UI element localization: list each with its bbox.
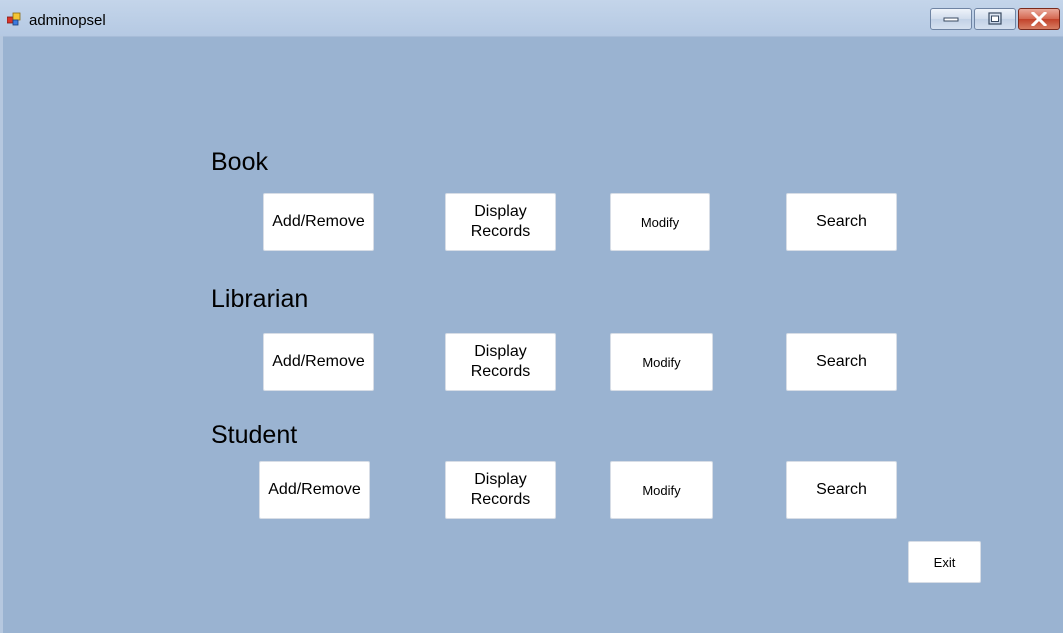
exit-button[interactable]: Exit (908, 541, 981, 583)
student-add-remove-button[interactable]: Add/Remove (259, 461, 370, 519)
close-icon (1030, 12, 1048, 26)
maximize-button[interactable] (974, 8, 1016, 30)
book-search-label: Search (816, 213, 867, 230)
student-search-button[interactable]: Search (786, 461, 897, 519)
app-icon (7, 12, 21, 26)
librarian-add-remove-button[interactable]: Add/Remove (263, 333, 374, 391)
window-controls (928, 8, 1060, 30)
student-add-remove-label: Add/Remove (268, 481, 361, 498)
window-edge (0, 36, 3, 633)
student-search-label: Search (816, 481, 867, 498)
minimize-button[interactable] (930, 8, 972, 30)
title-bar[interactable]: adminopsel (0, 0, 1063, 37)
librarian-search-button[interactable]: Search (786, 333, 897, 391)
app-window: adminopsel Book Add/Remove Display Recor… (0, 0, 1063, 633)
book-display-records-button[interactable]: Display Records (445, 193, 556, 251)
student-modify-label: Modify (642, 482, 681, 498)
librarian-display-records-label: Display Records (470, 343, 531, 380)
student-modify-button[interactable]: Modify (610, 461, 713, 519)
book-search-button[interactable]: Search (786, 193, 897, 251)
maximize-icon (988, 12, 1002, 25)
book-add-remove-button[interactable]: Add/Remove (263, 193, 374, 251)
section-title-student: Student (211, 421, 298, 449)
book-add-remove-label: Add/Remove (272, 213, 365, 230)
window-title: adminopsel (29, 12, 106, 29)
librarian-modify-label: Modify (642, 354, 681, 370)
section-title-librarian: Librarian (211, 285, 309, 313)
section-title-book: Book (211, 148, 268, 176)
book-modify-button[interactable]: Modify (610, 193, 710, 251)
librarian-add-remove-label: Add/Remove (272, 353, 365, 370)
book-modify-label: Modify (640, 214, 680, 230)
librarian-display-records-button[interactable]: Display Records (445, 333, 556, 391)
librarian-search-label: Search (816, 353, 867, 370)
student-display-records-label: Display Records (470, 471, 531, 508)
close-button[interactable] (1018, 8, 1060, 30)
book-display-records-label: Display Records (470, 203, 531, 240)
student-display-records-button[interactable]: Display Records (445, 461, 556, 519)
librarian-modify-button[interactable]: Modify (610, 333, 713, 391)
exit-label: Exit (933, 554, 956, 570)
minimize-icon (943, 17, 959, 22)
